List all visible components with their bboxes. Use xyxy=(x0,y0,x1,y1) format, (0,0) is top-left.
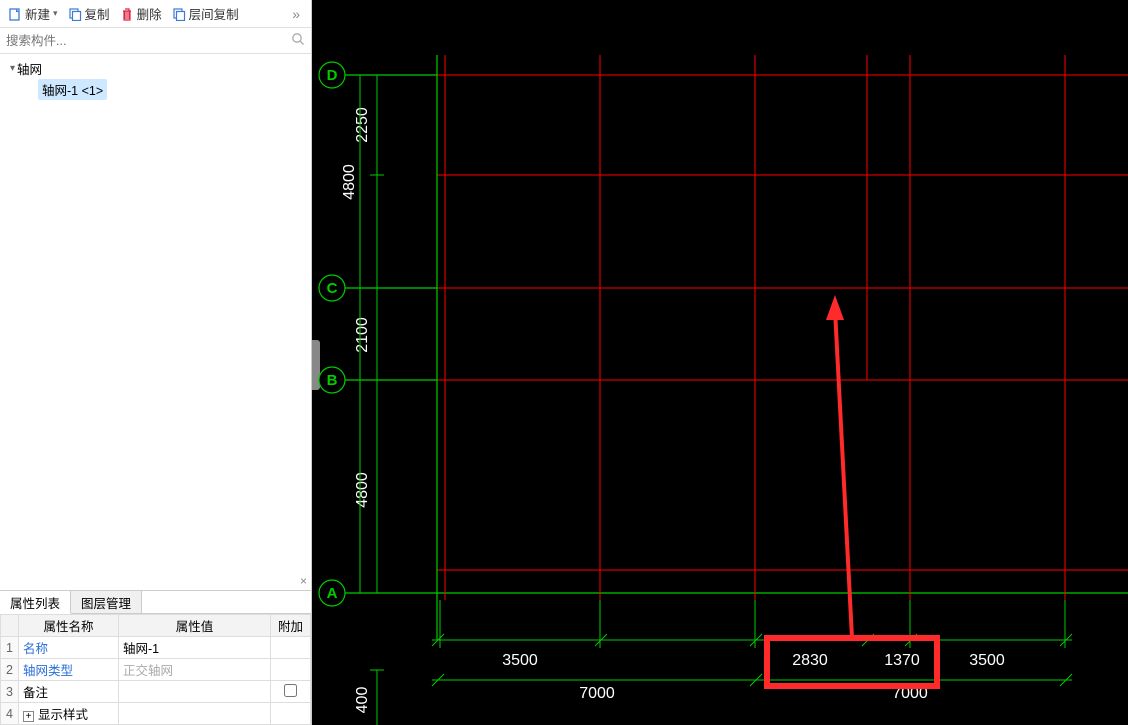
layercopy-label: 层间复制 xyxy=(189,4,239,23)
svg-text:D: D xyxy=(327,67,338,84)
delete-button[interactable]: 删除 xyxy=(118,3,164,24)
prop-name: 备注 xyxy=(19,681,119,703)
toolbar: 新建 ▾ 复制 删除 层间复制 » xyxy=(0,0,311,28)
drawing-canvas[interactable]: D C B A 2250 4800 2100 4800 xyxy=(312,0,1128,725)
toolbar-overflow[interactable]: » xyxy=(292,6,305,22)
search-row xyxy=(0,28,311,54)
tree-item-label: 轴网-1 <1> xyxy=(38,79,107,100)
property-tabs: 属性列表 图层管理 xyxy=(0,590,311,614)
svg-text:A: A xyxy=(327,585,338,602)
expand-icon[interactable]: + xyxy=(23,711,34,722)
dim-2100: 2100 xyxy=(354,317,371,353)
dim-2250: 2250 xyxy=(354,107,371,143)
tree-root-label: 轴网 xyxy=(17,59,42,78)
tree-item-axisgrid-1[interactable]: 轴网-1 <1> xyxy=(0,79,311,100)
copy-button[interactable]: 复制 xyxy=(66,3,112,24)
table-row[interactable]: 4 +显示样式 xyxy=(1,703,311,725)
copy-label: 复制 xyxy=(85,4,110,23)
prop-name-link[interactable]: 名称 xyxy=(23,642,48,656)
left-panel: 新建 ▾ 复制 删除 层间复制 » ▾ 轴网 轴网-1 <1> xyxy=(0,0,312,725)
caret-down-icon: ▾ xyxy=(10,63,15,74)
col-value: 属性值 xyxy=(119,615,271,637)
copy-icon xyxy=(68,7,82,21)
search-icon[interactable] xyxy=(291,32,305,49)
new-icon xyxy=(8,7,22,21)
prop-extra-checkbox[interactable] xyxy=(271,681,311,703)
table-row[interactable]: 3 备注 xyxy=(1,681,311,703)
prop-name-link[interactable]: 轴网类型 xyxy=(23,664,73,678)
trash-icon xyxy=(120,7,134,21)
prop-value[interactable] xyxy=(119,681,271,703)
prop-value[interactable] xyxy=(119,703,271,725)
rownum: 3 xyxy=(1,681,19,703)
col-extra: 附加 xyxy=(271,615,311,637)
col-rownum xyxy=(1,615,19,637)
prop-extra xyxy=(271,637,311,659)
svg-text:C: C xyxy=(327,280,338,297)
rownum: 2 xyxy=(1,659,19,681)
svg-text:B: B xyxy=(327,372,338,389)
prop-value[interactable]: 轴网-1 xyxy=(119,637,271,659)
grid-svg: D C B A 2250 4800 2100 4800 xyxy=(312,0,1128,725)
component-tree: ▾ 轴网 轴网-1 <1> xyxy=(0,54,311,590)
tab-layer[interactable]: 图层管理 xyxy=(71,591,142,613)
layercopy-button[interactable]: 层间复制 xyxy=(170,3,241,24)
dim-4800-lower: 4800 xyxy=(354,472,371,508)
table-header-row: 属性名称 属性值 附加 xyxy=(1,615,311,637)
layercopy-icon xyxy=(172,7,186,21)
table-row[interactable]: 1 名称 轴网-1 xyxy=(1,637,311,659)
dim-400: 400 xyxy=(354,687,371,714)
rownum: 1 xyxy=(1,637,19,659)
annotation-arrow xyxy=(835,310,852,638)
tree-root-axisgrid[interactable]: ▾ 轴网 xyxy=(0,58,311,79)
search-input[interactable] xyxy=(6,34,291,48)
close-icon[interactable]: × xyxy=(300,574,307,588)
dim-2830: 2830 xyxy=(792,652,828,669)
prop-extra xyxy=(271,659,311,681)
new-button[interactable]: 新建 ▾ xyxy=(6,3,60,24)
tab-properties[interactable]: 属性列表 xyxy=(0,591,71,614)
prop-value: 正交轴网 xyxy=(119,659,271,681)
prop-extra xyxy=(271,703,311,725)
col-name: 属性名称 xyxy=(19,615,119,637)
dim-1370: 1370 xyxy=(884,652,920,669)
dim-3500-a: 3500 xyxy=(502,652,538,669)
annotation-arrow-head xyxy=(826,295,844,320)
rownum: 4 xyxy=(1,703,19,725)
table-row[interactable]: 2 轴网类型 正交轴网 xyxy=(1,659,311,681)
dim-7000-a: 7000 xyxy=(579,685,615,702)
delete-label: 删除 xyxy=(137,4,162,23)
dim-4800-upper: 4800 xyxy=(341,164,358,200)
new-label: 新建 xyxy=(25,4,50,23)
dropdown-caret-icon: ▾ xyxy=(53,8,58,19)
prop-name: +显示样式 xyxy=(19,703,119,725)
property-table: 属性名称 属性值 附加 1 名称 轴网-1 2 轴网类型 正交轴网 3 备注 4… xyxy=(0,614,311,725)
dim-3500-b: 3500 xyxy=(969,652,1005,669)
